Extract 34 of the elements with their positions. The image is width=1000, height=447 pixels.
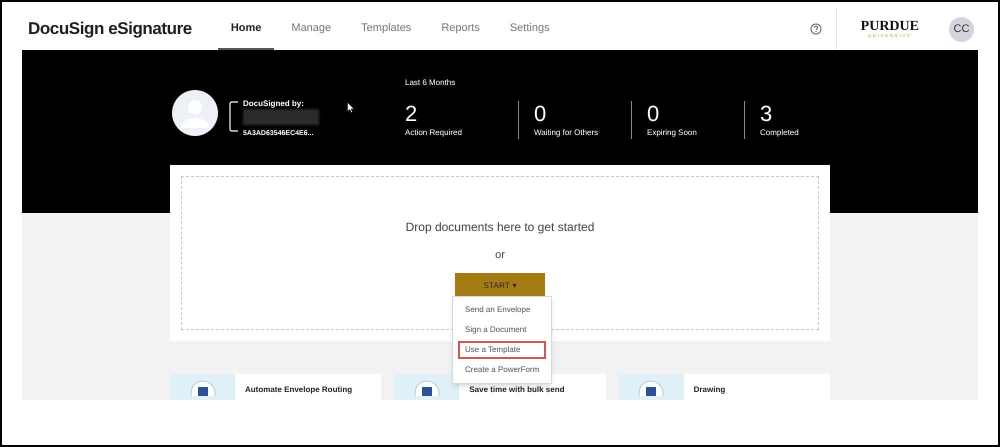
bracket-icon bbox=[229, 101, 239, 132]
period-label: Last 6 Months bbox=[405, 77, 456, 89]
card-title: Drawing bbox=[694, 384, 726, 396]
nav-tab[interactable]: Manage bbox=[278, 8, 344, 50]
profile-avatar-icon bbox=[172, 90, 218, 136]
nav-tab[interactable]: Reports bbox=[428, 8, 493, 50]
stat-label[interactable]: Completed bbox=[760, 127, 799, 139]
help-icon[interactable] bbox=[810, 23, 822, 35]
card-illustration-icon bbox=[638, 380, 664, 396]
nav-tab[interactable]: Settings bbox=[496, 8, 563, 50]
stat-label[interactable]: Expiring Soon bbox=[647, 127, 697, 139]
stat-value: 3 bbox=[760, 101, 774, 127]
app-logo[interactable]: DocuSign eSignature bbox=[28, 16, 192, 42]
signature-label: DocuSigned by: bbox=[243, 98, 304, 110]
stat-value: 0 bbox=[534, 101, 548, 127]
drop-message: Drop documents here to get started bbox=[406, 219, 594, 236]
feature-card[interactable]: Automate Envelope Routing bbox=[170, 374, 382, 400]
nav-tab[interactable]: Templates bbox=[348, 8, 424, 50]
card-illustration-icon bbox=[414, 380, 440, 396]
stat-value: 0 bbox=[647, 101, 660, 127]
stat-label[interactable]: Action Required bbox=[405, 127, 462, 139]
stat-label[interactable]: Waiting for Others bbox=[534, 127, 598, 139]
mouse-cursor-icon bbox=[347, 102, 354, 113]
card-title: Save time with bulk send bbox=[469, 384, 564, 396]
card-title: Automate Envelope Routing bbox=[245, 384, 352, 396]
start-button[interactable]: START ▾ bbox=[455, 272, 545, 298]
stat-value: 2 bbox=[405, 101, 418, 127]
menu-item[interactable]: Send an Envelope bbox=[458, 301, 546, 319]
card-illustration-icon bbox=[190, 380, 216, 396]
feature-card[interactable]: Drawing bbox=[618, 374, 830, 400]
or-text: or bbox=[495, 248, 505, 263]
user-avatar[interactable]: CC bbox=[949, 16, 974, 42]
org-logo-name: PURDUE bbox=[860, 20, 919, 34]
menu-item[interactable]: Use a Template bbox=[458, 341, 546, 359]
